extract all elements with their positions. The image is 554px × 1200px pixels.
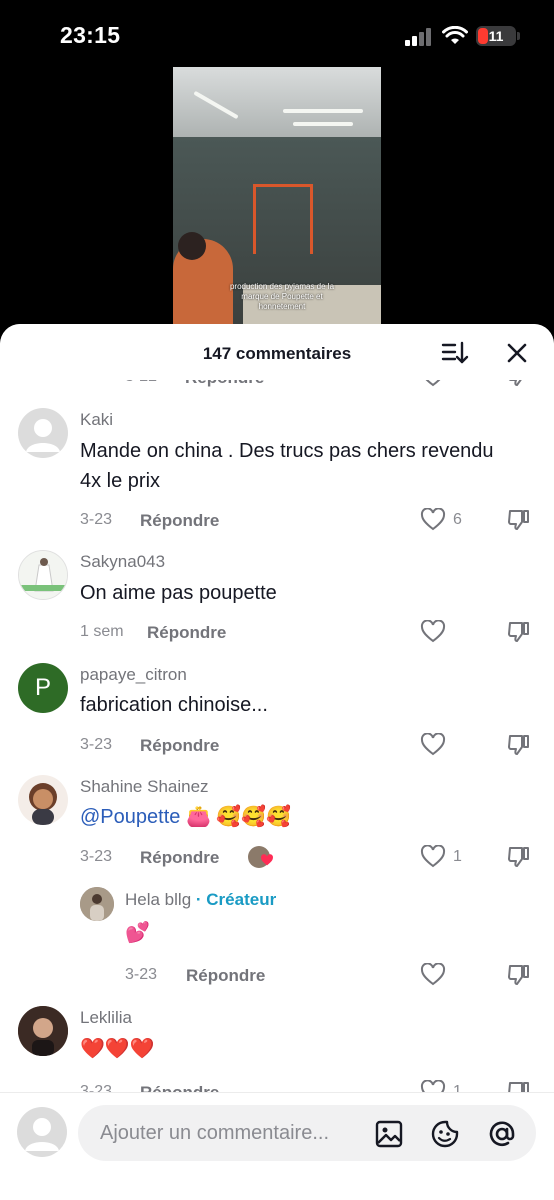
comment-username[interactable]: papaye_citron: [80, 665, 187, 685]
video-preview[interactable]: production des pyjamas de la marque de P…: [173, 67, 381, 332]
comments-count-title: 147 commentaires: [202, 344, 352, 363]
like-count: 1: [453, 848, 462, 865]
default-avatar-icon: [26, 419, 60, 452]
heart-icon[interactable]: [420, 508, 446, 532]
avatar[interactable]: [18, 1006, 68, 1056]
comment-input-wrapper: [78, 1105, 536, 1161]
avatar-letter: P: [34, 674, 51, 701]
avatar[interactable]: [18, 775, 68, 825]
comment-username[interactable]: Hela bllg: [125, 890, 191, 909]
heart-icon[interactable]: [420, 845, 446, 869]
comment-emojis: 👛 🥰🥰🥰: [185, 806, 292, 828]
creator-liked-avatar: [248, 846, 273, 868]
mention-link[interactable]: @Poupette: [80, 806, 180, 828]
avatar[interactable]: [18, 408, 68, 458]
emoji-sticker-icon[interactable]: [430, 1119, 460, 1149]
my-avatar: [17, 1107, 67, 1157]
battery-level: 11: [488, 28, 504, 44]
comment-text: 💕: [125, 922, 150, 944]
comment-username[interactable]: Sakyna043: [80, 552, 165, 572]
comments-sheet: 147 commentaires 3-22 Répondre Kaki Mand…: [0, 324, 554, 1200]
avatar[interactable]: [18, 550, 68, 600]
comment-username[interactable]: Shahine Shainez: [80, 777, 209, 797]
comment-meta: 3-23 Répondre: [125, 963, 554, 988]
comments-header: 147 commentaires: [0, 324, 554, 380]
default-avatar-icon: [25, 1118, 59, 1151]
mention-icon[interactable]: [487, 1119, 517, 1149]
comment-username[interactable]: Leklilia: [80, 1008, 132, 1028]
dislike-icon[interactable]: [507, 733, 531, 757]
like-count: 6: [453, 511, 462, 528]
reply-button[interactable]: Répondre: [140, 511, 219, 531]
comment-text: On aime pas poupette: [80, 582, 277, 604]
comment-date: 3-23: [80, 511, 113, 528]
heart-icon[interactable]: [420, 963, 446, 987]
reply-username: Hela bllg · Créateur: [125, 890, 276, 910]
dislike-icon[interactable]: [507, 620, 531, 644]
comment-text: ❤️❤️❤️: [80, 1038, 155, 1060]
dislike-icon[interactable]: [507, 845, 531, 869]
comment-date: 3-23: [125, 966, 158, 983]
reply-button[interactable]: Répondre: [140, 848, 219, 868]
status-bar: 23:15 11: [0, 0, 554, 70]
close-icon[interactable]: [505, 341, 529, 365]
comment-date: 3-23: [80, 736, 113, 753]
avatar-photo-icon: [80, 887, 114, 921]
dislike-icon[interactable]: [507, 508, 531, 532]
comment-composer: [0, 1092, 554, 1200]
avatar[interactable]: P: [18, 663, 68, 713]
reply-button[interactable]: Répondre: [186, 966, 265, 986]
sort-icon[interactable]: [441, 340, 469, 366]
avatar-photo-icon: [18, 1006, 68, 1056]
reply-button[interactable]: Répondre: [147, 623, 226, 643]
comment-date: 1 sem: [80, 623, 124, 640]
video-caption: production des pyjamas de la marque de P…: [229, 282, 335, 311]
creator-badge: · Créateur: [195, 890, 277, 909]
dislike-icon[interactable]: [507, 963, 531, 987]
reply-button[interactable]: Répondre: [140, 736, 219, 756]
heart-filled-icon: [261, 854, 273, 866]
wifi-icon: [442, 26, 468, 44]
comment-meta: 3-23 Répondre: [80, 733, 554, 758]
heart-icon[interactable]: [420, 733, 446, 757]
comments-list[interactable]: 3-22 Répondre Kaki Mande on china . Des …: [0, 324, 554, 1103]
comment-meta: 3-23 Répondre 1: [80, 845, 554, 870]
status-time: 23:15: [60, 22, 121, 48]
heart-icon[interactable]: [420, 620, 446, 644]
comment-input[interactable]: [100, 1105, 360, 1161]
comment-text: Mande on china . Des trucs pas chers rev…: [80, 440, 494, 492]
comment-meta: 3-23 Répondre 6: [80, 508, 554, 533]
battery-icon: 11: [476, 26, 516, 46]
comment-text: fabrication chinoise...: [80, 694, 268, 716]
cellular-signal-icon: [405, 28, 431, 46]
comment-date: 3-23: [80, 848, 113, 865]
comment-username[interactable]: Kaki: [80, 410, 113, 430]
avatar-photo-icon: [19, 551, 67, 599]
comment-text: @Poupette 👛 🥰🥰🥰: [80, 802, 500, 832]
comment-meta: 1 sem Répondre: [80, 620, 554, 645]
avatar[interactable]: [80, 887, 114, 921]
image-icon[interactable]: [374, 1119, 404, 1149]
avatar-memoji-icon: [29, 783, 57, 825]
